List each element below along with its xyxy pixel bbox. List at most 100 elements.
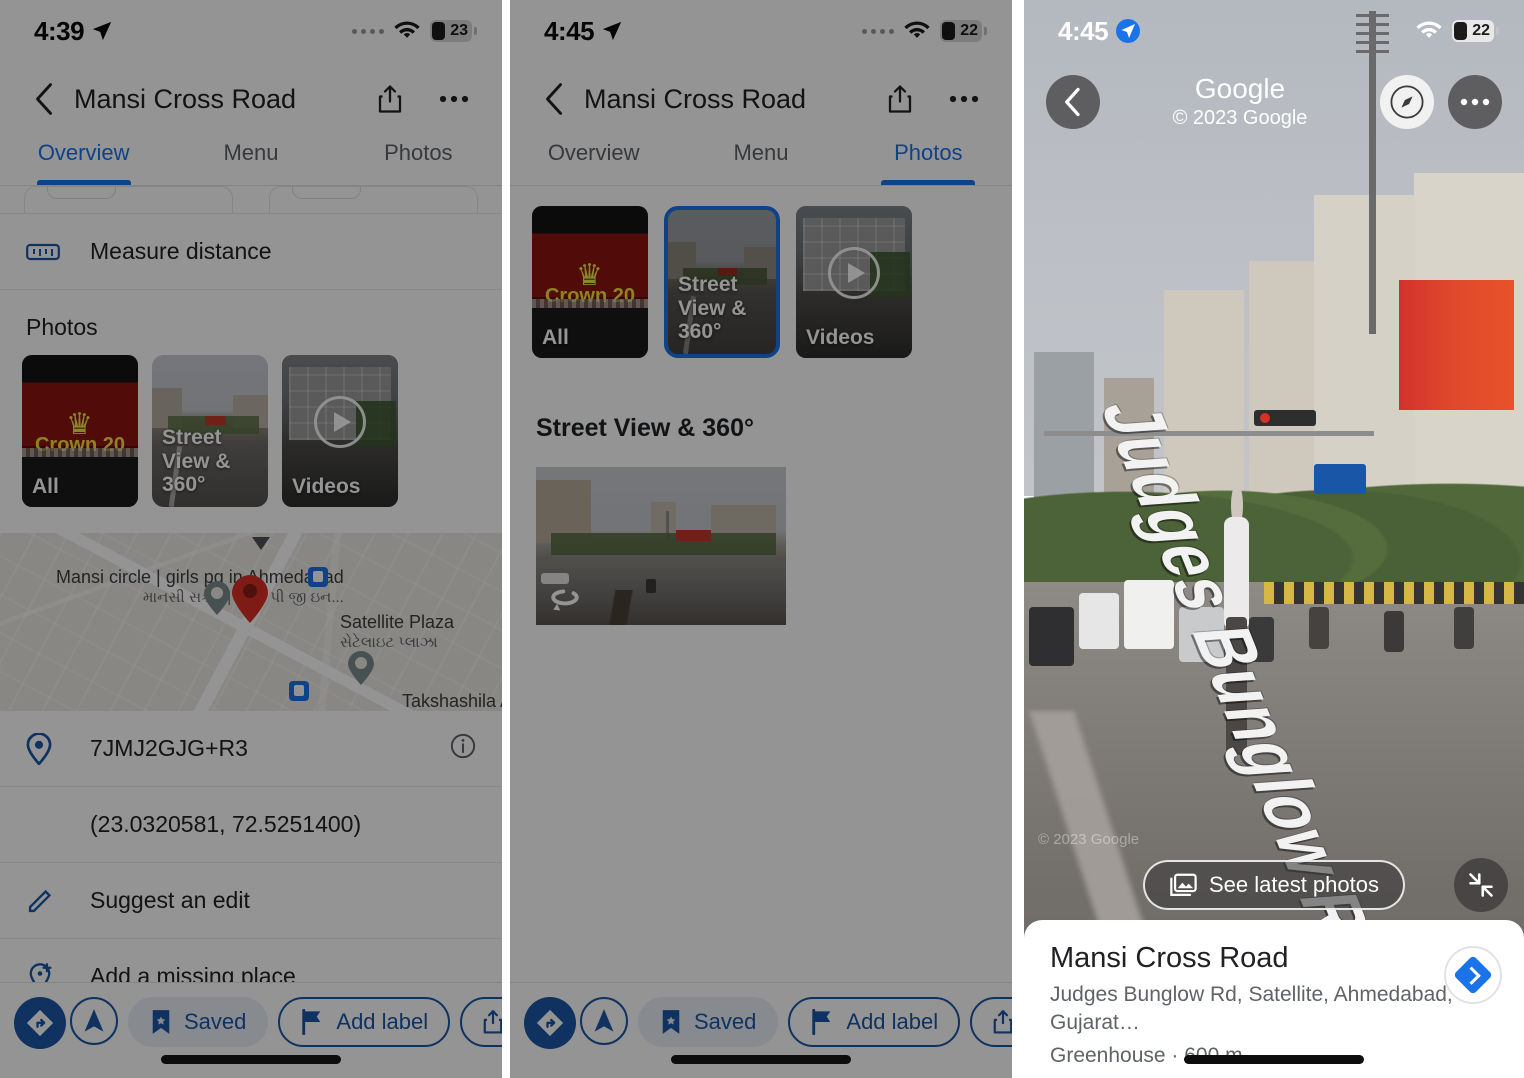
add-label-button[interactable]: Add label bbox=[278, 997, 451, 1047]
more-options-icon[interactable] bbox=[946, 81, 982, 117]
photo-chip-label: Videos bbox=[806, 326, 875, 350]
photo-chip-all[interactable]: ♛ Crown 20 All bbox=[22, 355, 138, 507]
status-bar: 4:45 22 bbox=[510, 0, 1012, 62]
coordinates-row[interactable]: (23.0320581, 72.5251400) bbox=[0, 787, 502, 863]
status-right: 22 bbox=[862, 20, 987, 42]
place-header: Mansi Cross Road bbox=[0, 62, 502, 124]
poster-strip bbox=[22, 447, 138, 457]
photo-category-chips: ♛ Crown 20 All Street View & 360° Videos bbox=[0, 351, 502, 533]
wifi-icon bbox=[1416, 21, 1442, 38]
plus-code-row[interactable]: 7JMJ2GJG+R3 bbox=[0, 711, 502, 787]
directions-button[interactable] bbox=[1444, 946, 1502, 1004]
share-button[interactable]: Share bbox=[970, 997, 1012, 1047]
place-tabs: Overview Menu Photos bbox=[510, 124, 1012, 186]
back-chevron-icon[interactable] bbox=[534, 79, 574, 119]
see-latest-photos-label: See latest photos bbox=[1208, 872, 1379, 897]
map-label-sub: સેટેલાઇટ પ્લાઝા bbox=[340, 633, 438, 651]
place-card-address: Judges Bunglow Rd, Satellite, Ahmedabad,… bbox=[1050, 983, 1453, 1034]
panel-divider bbox=[1012, 0, 1024, 1078]
add-label-text: Add label bbox=[846, 1009, 939, 1034]
measure-distance-label: Measure distance bbox=[90, 238, 272, 264]
place-card-title: Mansi Cross Road bbox=[1050, 942, 1289, 974]
status-time-group: 4:45 bbox=[544, 16, 623, 47]
photo-chip-videos[interactable]: Videos bbox=[796, 206, 912, 358]
cutoff-chip-value: 202 bbox=[292, 187, 362, 199]
plus-code-value: 7JMJ2GJG+R3 bbox=[90, 735, 248, 761]
photos-section-title: Photos bbox=[26, 314, 98, 340]
place-pin-icon bbox=[26, 732, 80, 765]
pano-360-icon bbox=[548, 585, 582, 615]
signal-dots-icon bbox=[862, 28, 894, 34]
home-indicator bbox=[161, 1055, 341, 1064]
tab-menu[interactable]: Menu bbox=[677, 124, 844, 185]
back-chevron-icon[interactable] bbox=[1046, 75, 1100, 129]
tab-photos[interactable]: Photos bbox=[335, 124, 502, 185]
photo-chip-street-view[interactable]: Street View & 360° bbox=[664, 206, 780, 358]
street-view-bottom-buttons: See latest photos bbox=[1024, 858, 1524, 912]
street-view-title-group: Google © 2023 Google bbox=[1100, 74, 1380, 129]
share-icon[interactable] bbox=[372, 81, 408, 117]
photo-chip-videos[interactable]: Videos bbox=[282, 355, 398, 507]
photo-chip-street-view[interactable]: Street View & 360° bbox=[152, 355, 268, 507]
status-time: 4:45 bbox=[544, 15, 595, 46]
tab-menu[interactable]: Menu bbox=[167, 124, 334, 185]
cutoff-card[interactable]: 500 bbox=[24, 186, 233, 213]
start-navigation-button[interactable] bbox=[70, 997, 118, 1045]
suggest-edit-label: Suggest an edit bbox=[90, 887, 250, 913]
photos-empty-area bbox=[510, 651, 1012, 659]
tab-label: Overview bbox=[547, 139, 640, 165]
mini-map[interactable]: Mansi circle | girls pg in Ahmedabad માન… bbox=[0, 533, 502, 711]
tab-label: Menu bbox=[223, 139, 279, 165]
share-icon[interactable] bbox=[882, 81, 918, 117]
cutoff-chip-value: 500 bbox=[47, 187, 117, 199]
photos-stack-icon bbox=[1170, 873, 1197, 897]
street-view-title: Google bbox=[1194, 73, 1286, 105]
back-chevron-icon[interactable] bbox=[24, 79, 64, 119]
status-time-group: 4:45 bbox=[1058, 16, 1141, 47]
see-latest-photos-button[interactable]: See latest photos bbox=[1142, 860, 1405, 910]
cutoff-card[interactable]: 202 bbox=[269, 186, 478, 213]
directions-fab[interactable] bbox=[524, 997, 576, 1049]
home-indicator bbox=[671, 1055, 851, 1064]
photo-chip-label: Street View & 360° bbox=[162, 426, 231, 497]
saved-button[interactable]: Saved bbox=[638, 997, 779, 1047]
location-arrow-icon bbox=[1116, 19, 1141, 43]
tab-photos[interactable]: Photos bbox=[845, 124, 1012, 185]
share-icon bbox=[993, 1010, 1012, 1034]
street-view-top-actions bbox=[1380, 75, 1502, 129]
more-options-icon[interactable] bbox=[1448, 75, 1502, 129]
info-icon[interactable] bbox=[450, 733, 476, 765]
street-view-panorama[interactable]: Judges Bunglow Rd © 2023 Google bbox=[1024, 0, 1524, 1078]
panel-photos-tab: 4:45 22 Mansi Cross Road Overview Menu P… bbox=[510, 0, 1012, 1078]
measure-distance-row[interactable]: Measure distance bbox=[0, 214, 502, 290]
add-label-button[interactable]: Add label bbox=[788, 997, 961, 1047]
bookmark-icon bbox=[152, 1010, 170, 1034]
battery-indicator: 23 bbox=[430, 20, 477, 42]
section-title: Street View & 360° bbox=[536, 414, 754, 442]
flag-icon bbox=[812, 1009, 831, 1035]
coordinates-value: (23.0320581, 72.5251400) bbox=[90, 811, 362, 837]
status-time-group: 4:39 bbox=[34, 16, 113, 47]
collapse-arrows-icon[interactable] bbox=[1454, 858, 1508, 912]
more-options-icon[interactable] bbox=[436, 81, 472, 117]
compass-icon[interactable] bbox=[1380, 75, 1434, 129]
suggest-edit-row[interactable]: Suggest an edit bbox=[0, 863, 502, 939]
start-navigation-button[interactable] bbox=[580, 997, 628, 1045]
location-arrow-icon bbox=[92, 21, 112, 41]
directions-icon bbox=[1453, 955, 1493, 995]
tab-overview[interactable]: Overview bbox=[510, 124, 677, 185]
directions-fab[interactable] bbox=[14, 997, 66, 1049]
panel-street-view: Judges Bunglow Rd © 2023 Google 4:45 22 … bbox=[1024, 0, 1524, 1078]
status-time: 4:39 bbox=[34, 15, 85, 46]
map-label-title: Mansi circle | girls pg in Ahmedabad bbox=[56, 567, 344, 587]
saved-label: Saved bbox=[694, 1009, 757, 1034]
photo-chip-all[interactable]: ♛ Crown 20 All bbox=[532, 206, 648, 358]
street-view-preview[interactable] bbox=[536, 467, 786, 625]
street-view-topbar: Google © 2023 Google bbox=[1024, 62, 1524, 142]
tab-overview[interactable]: Overview bbox=[0, 124, 167, 185]
street-view-section: Street View & 360° bbox=[510, 392, 1012, 651]
saved-button[interactable]: Saved bbox=[128, 997, 269, 1047]
road-sign bbox=[1314, 463, 1366, 494]
battery-indicator: 22 bbox=[940, 20, 987, 42]
share-button[interactable]: Share bbox=[460, 997, 502, 1047]
